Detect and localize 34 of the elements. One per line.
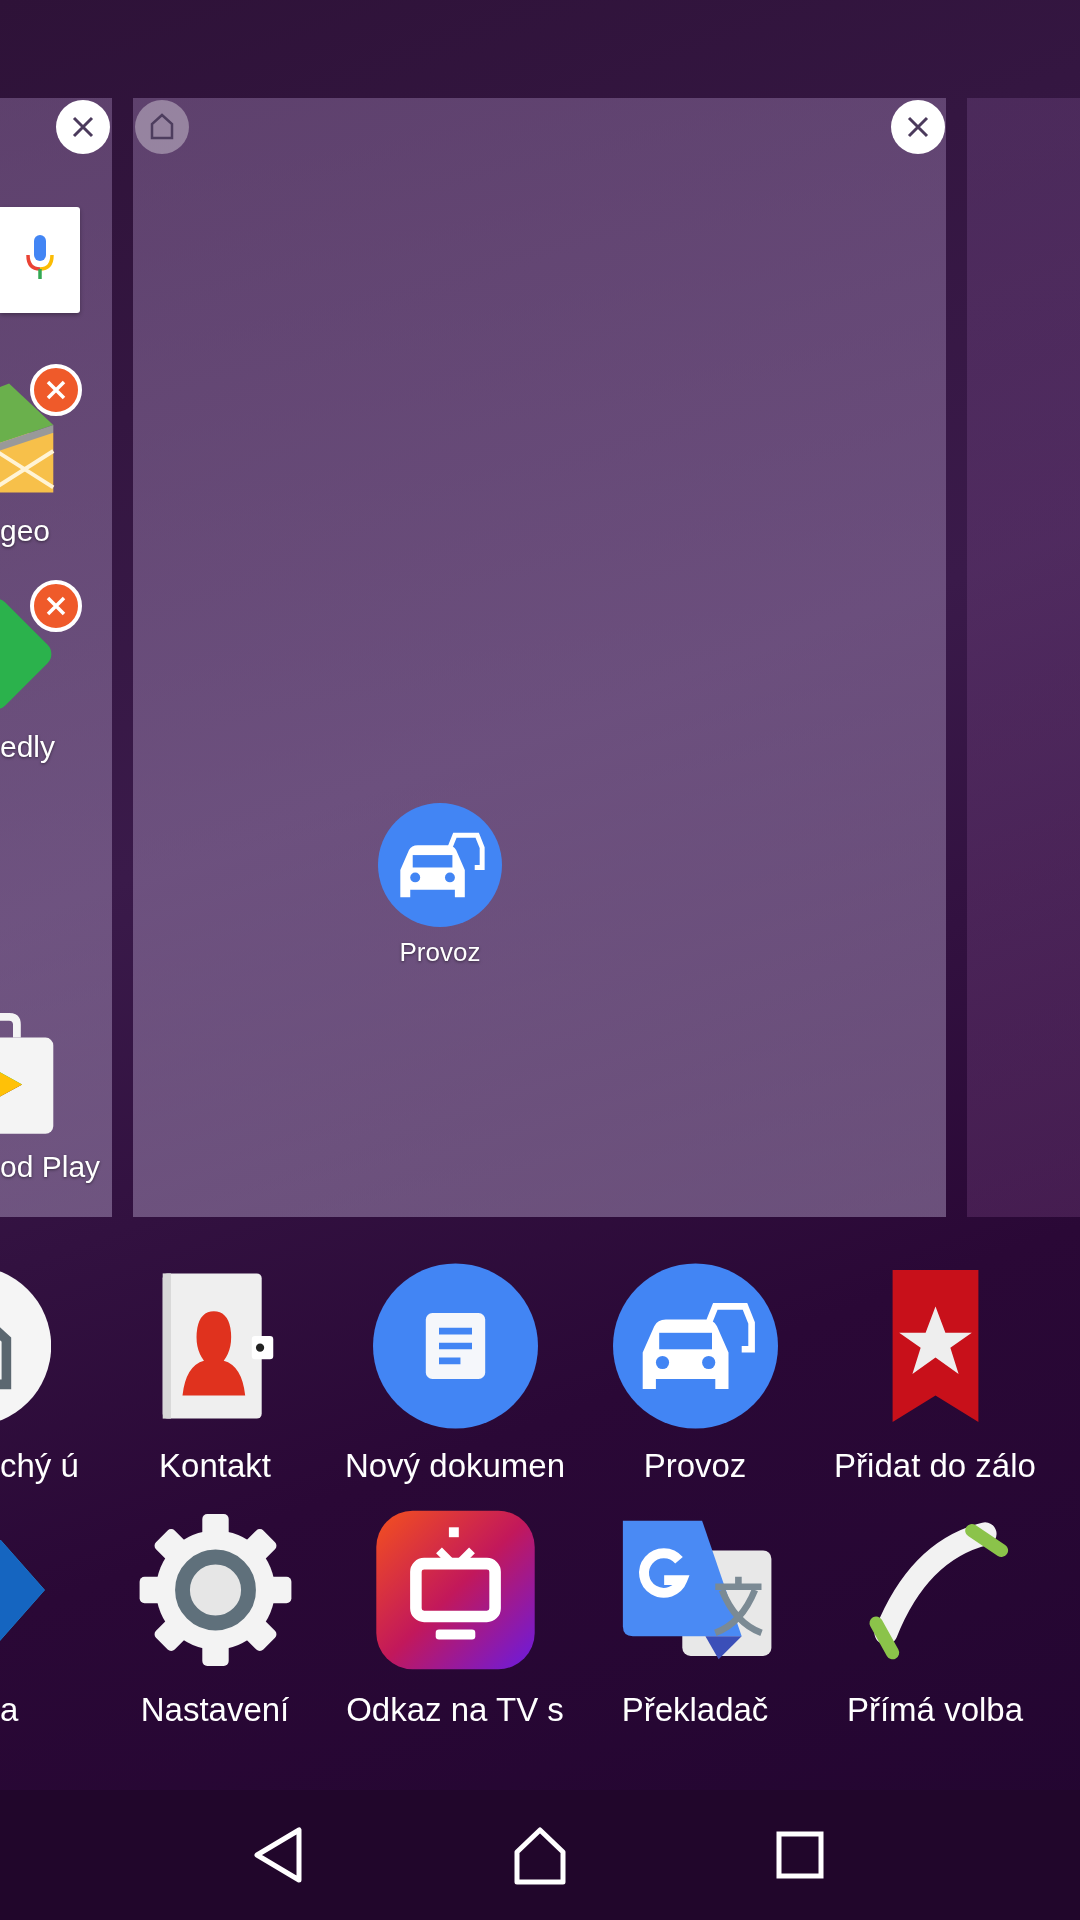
app-label: geo: [0, 513, 51, 549]
shortcut-label: Odkaz na TV s: [346, 1690, 564, 1730]
search-widget[interactable]: [0, 207, 80, 313]
home-screen-page[interactable]: geo edly od Play: [0, 98, 112, 1217]
app-label: Provoz: [399, 937, 481, 968]
app-label: od Play: [0, 1149, 101, 1185]
shortcut-label: Nový dokumen: [344, 1446, 566, 1486]
shortcut[interactable]: Nový dokumen: [335, 1261, 575, 1487]
close-button[interactable]: [891, 100, 945, 154]
shortcut-label: chý ú: [0, 1446, 79, 1486]
document-icon: [372, 1261, 538, 1431]
remove-badge[interactable]: [29, 579, 83, 633]
shortcut[interactable]: Přímá volba: [815, 1505, 1055, 1731]
shortcut[interactable]: Překladač: [575, 1505, 815, 1731]
shortcut[interactable]: Kontakt: [95, 1261, 335, 1487]
app-label: edly: [0, 729, 56, 765]
shortcut[interactable]: a: [0, 1505, 95, 1731]
shortcut[interactable]: Nastavení: [95, 1505, 335, 1731]
shortcut[interactable]: chý ú: [0, 1261, 95, 1487]
shortcut-label: Překladač: [621, 1690, 769, 1730]
shortcut-label: a: [0, 1690, 19, 1730]
remove-badge[interactable]: [29, 363, 83, 417]
shortcut-label: Přidat do zálo: [834, 1446, 1036, 1486]
shortcut[interactable]: Přidat do zálo: [815, 1261, 1055, 1487]
shortcut[interactable]: Odkaz na TV s: [335, 1505, 575, 1731]
shortcut-label: Provoz: [643, 1446, 747, 1486]
home-screen-page[interactable]: Provoz: [133, 98, 946, 1217]
home-page-icon[interactable]: [135, 100, 189, 154]
close-button[interactable]: [56, 100, 110, 154]
shortcut[interactable]: Provoz: [575, 1261, 815, 1487]
shortcut-label: Kontakt: [159, 1446, 271, 1486]
shortcut-label: Přímá volba: [846, 1690, 1024, 1730]
cars-icon: [612, 1261, 778, 1431]
shortcut-label: Nastavení: [140, 1690, 290, 1730]
